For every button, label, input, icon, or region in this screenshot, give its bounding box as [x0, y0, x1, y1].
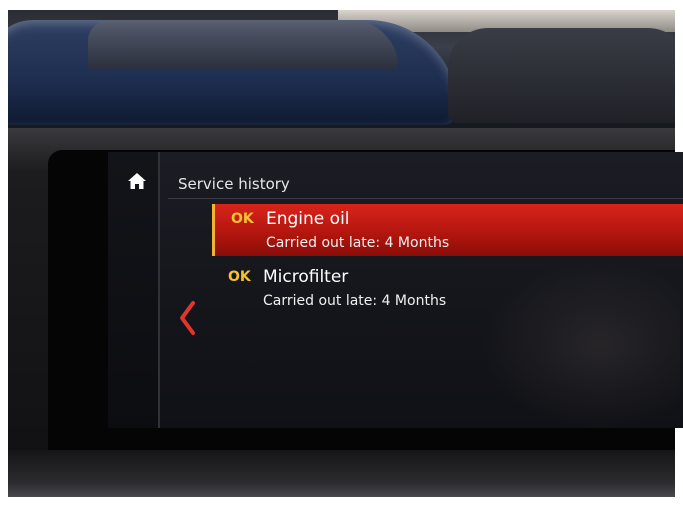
item-detail: Carried out late: 4 Months — [266, 235, 450, 251]
status-badge: OK — [228, 269, 251, 285]
page-title: Service history — [178, 175, 290, 193]
item-title: Microfilter — [263, 267, 349, 287]
item-title: Engine oil — [266, 209, 350, 229]
status-badge: OK — [231, 211, 254, 227]
list-item-engine-oil[interactable]: OK Engine oil Carried out late: 4 Months — [212, 204, 683, 256]
list-item-microfilter[interactable]: OK Microfilter Carried out late: 4 Month… — [212, 262, 683, 314]
title-divider — [168, 198, 683, 199]
car-window — [88, 20, 398, 70]
home-icon[interactable] — [127, 172, 147, 190]
parking-garage-background — [8, 10, 675, 135]
dashboard-trim — [8, 450, 675, 497]
parked-car — [448, 28, 675, 123]
side-navigation-bar — [108, 152, 160, 428]
item-detail: Carried out late: 4 Months — [263, 293, 447, 309]
chevron-left-icon[interactable] — [178, 300, 196, 336]
